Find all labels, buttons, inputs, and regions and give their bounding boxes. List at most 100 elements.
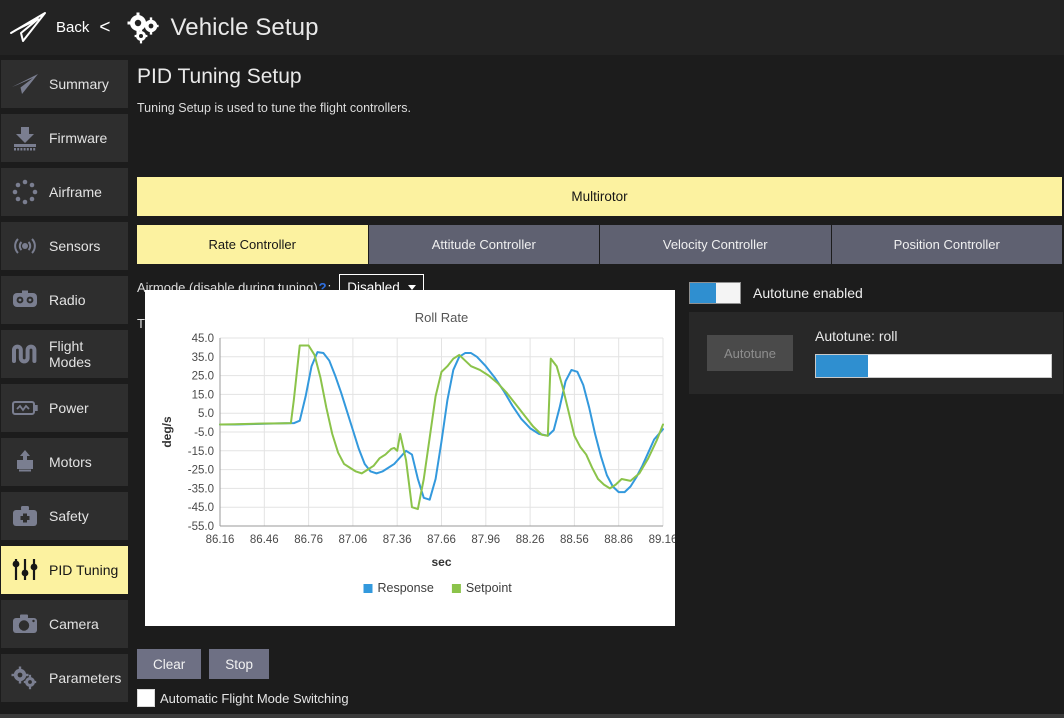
sidebar-item-label: Flight Modes — [49, 338, 128, 370]
sliders-icon — [1, 557, 49, 583]
controller-tabs: Rate Controller Attitude Controller Veloci… — [137, 225, 1062, 264]
auto-flight-mode-switching-label: Automatic Flight Mode Switching — [160, 691, 349, 706]
y-tick-label: 5.0 — [198, 408, 214, 420]
sidebar-item-sensors[interactable]: Sensors — [1, 222, 128, 270]
gears-icon — [126, 12, 160, 44]
gears-icon — [1, 665, 49, 691]
autotune-enabled-label: Autotune enabled — [753, 285, 863, 301]
tab-label: Attitude Controller — [432, 237, 536, 252]
autotune-enable-row: Autotune enabled — [689, 282, 863, 304]
sensors-icon — [1, 233, 49, 259]
back-label: Back — [56, 19, 89, 36]
autotune-progress-bar — [815, 354, 1052, 378]
auto-flight-mode-switching-checkbox[interactable] — [137, 689, 155, 707]
flight-modes-icon — [1, 341, 49, 367]
x-tick-label: 86.46 — [250, 534, 279, 546]
sidebar-item-label: Motors — [49, 454, 92, 470]
tab-label: Position Controller — [894, 237, 1000, 252]
download-icon — [1, 125, 49, 151]
y-tick-label: -55.0 — [188, 521, 214, 533]
top-toolbar: Back < — [0, 0, 1064, 55]
y-tick-label: 35.0 — [192, 352, 214, 364]
x-tick-label: 89.16 — [649, 534, 675, 546]
autotune-enabled-toggle[interactable] — [689, 282, 741, 304]
sidebar-item-flight-modes[interactable]: Flight Modes — [1, 330, 128, 378]
section-description: Tuning Setup is used to tune the flight … — [137, 101, 1064, 115]
tab-attitude-controller[interactable]: Attitude Controller — [369, 225, 601, 264]
paper-plane-icon — [1, 71, 49, 97]
sidebar-item-label: Power — [49, 400, 89, 416]
legend-label: Response — [378, 581, 434, 595]
chart-svg: Roll Rate45.035.025.015.05.0-5.0-15.0-25… — [145, 290, 675, 626]
x-tick-label: 87.36 — [383, 534, 412, 546]
y-tick-label: -5.0 — [194, 427, 214, 439]
x-tick-label: 88.86 — [604, 534, 633, 546]
sidebar-item-radio[interactable]: Radio — [1, 276, 128, 324]
back-button[interactable]: Back < — [0, 5, 116, 51]
vehicle-type-label: Multirotor — [571, 189, 627, 204]
legend-swatch — [452, 584, 461, 593]
toggle-knob — [716, 283, 740, 303]
first-aid-icon — [1, 503, 49, 529]
chart-controls: Clear Stop — [137, 649, 269, 679]
legend-swatch — [364, 584, 373, 593]
sidebar-item-parameters[interactable]: Parameters — [1, 654, 128, 702]
y-tick-label: -45.0 — [188, 502, 214, 514]
roll-rate-chart[interactable]: Roll Rate45.035.025.015.05.0-5.0-15.0-25… — [145, 290, 675, 626]
x-tick-label: 86.16 — [206, 534, 235, 546]
paper-plane-icon — [8, 11, 48, 45]
sidebar-item-power[interactable]: Power — [1, 384, 128, 432]
sidebar-item-airframe[interactable]: Airframe — [1, 168, 128, 216]
vehicle-type-bar[interactable]: Multirotor — [137, 177, 1062, 216]
sidebar-item-label: PID Tuning — [49, 562, 118, 578]
motors-icon — [1, 449, 49, 475]
tab-velocity-controller[interactable]: Velocity Controller — [600, 225, 832, 264]
auto-flight-mode-switching-row: Automatic Flight Mode Switching — [137, 689, 349, 707]
y-tick-label: -25.0 — [188, 465, 214, 477]
autotune-progress-fill — [816, 355, 868, 377]
camera-icon — [1, 611, 49, 637]
chart-title: Roll Rate — [415, 310, 468, 325]
autotune-panel: Autotune Autotune: roll — [689, 312, 1063, 394]
sidebar-item-pid-tuning[interactable]: PID Tuning — [1, 546, 128, 594]
x-tick-label: 87.96 — [471, 534, 500, 546]
sidebar-item-label: Camera — [49, 616, 99, 632]
autotune-button[interactable]: Autotune — [707, 335, 793, 371]
toggle-on-track — [690, 283, 716, 303]
x-tick-label: 86.76 — [294, 534, 323, 546]
clear-button[interactable]: Clear — [137, 649, 201, 679]
radio-icon — [1, 287, 49, 313]
autotune-progress-label: Autotune: roll — [815, 328, 1052, 344]
sidebar-item-firmware[interactable]: Firmware — [1, 114, 128, 162]
y-tick-label: -15.0 — [188, 446, 214, 458]
sidebar-item-motors[interactable]: Motors — [1, 438, 128, 486]
sidebar-item-camera[interactable]: Camera — [1, 600, 128, 648]
y-axis-label: deg/s — [160, 416, 174, 448]
autotune-progress-group: Autotune: roll — [815, 328, 1052, 378]
tab-label: Velocity Controller — [663, 237, 768, 252]
tab-position-controller[interactable]: Position Controller — [832, 225, 1063, 264]
sidebar-item-label: Parameters — [49, 670, 121, 686]
legend-label: Setpoint — [466, 581, 512, 595]
airframe-icon — [1, 179, 49, 205]
tab-label: Rate Controller — [209, 237, 296, 252]
battery-icon — [1, 395, 49, 421]
sidebar-item-label: Safety — [49, 508, 89, 524]
sidebar-item-summary[interactable]: Summary — [1, 60, 128, 108]
chevron-left-icon: < — [99, 17, 110, 39]
vehicle-setup-page: Back < — [0, 0, 1064, 718]
sidebar-item-label: Airframe — [49, 184, 102, 200]
sidebar: Summary Firmware Airframe Sensors Radio Fligh… — [0, 55, 131, 718]
x-tick-label: 87.06 — [339, 534, 368, 546]
page-title: Vehicle Setup — [170, 14, 318, 42]
x-axis-label: sec — [431, 555, 451, 569]
sidebar-item-label: Sensors — [49, 238, 100, 254]
y-tick-label: 25.0 — [192, 371, 214, 383]
x-tick-label: 87.66 — [427, 534, 456, 546]
y-tick-label: -35.0 — [188, 483, 214, 495]
sidebar-item-safety[interactable]: Safety — [1, 492, 128, 540]
tab-rate-controller[interactable]: Rate Controller — [137, 225, 369, 264]
sidebar-item-label: Firmware — [49, 130, 107, 146]
stop-button[interactable]: Stop — [209, 649, 269, 679]
x-tick-label: 88.26 — [516, 534, 545, 546]
